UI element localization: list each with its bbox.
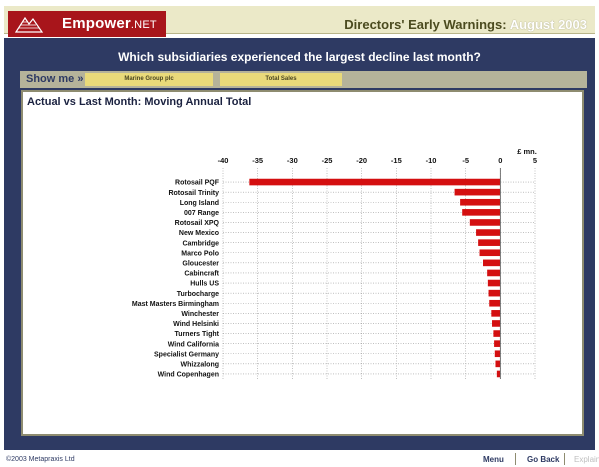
category-label: 007 Range [184,210,219,217]
data-bar [488,289,501,297]
category-label: Gloucester [182,260,219,267]
category-label: Rotosail Trinity [168,190,219,197]
category-label: Wind California [168,341,219,348]
footer-divider [564,453,565,465]
x-tick-label: -25 [322,156,333,165]
x-tick-label: -5 [462,156,469,165]
header-bar: Empower.NET Directors' Early Warnings: A… [4,6,595,37]
category-label: Cambridge [182,240,219,247]
explain-button[interactable]: Explain [574,455,599,464]
measure-selector[interactable]: Total Sales [220,73,342,86]
unit-label: £ mn. [517,147,537,156]
data-bar [494,350,501,358]
question-heading: Which subsidiaries experienced the large… [118,50,481,64]
x-tick-label: 5 [533,156,537,165]
data-bar [454,188,501,196]
category-label: Rotosail PQF [175,180,220,187]
brand-name: Empower.NET [62,15,157,32]
x-tick-label: -20 [356,156,367,165]
app-window: Empower.NET Directors' Early Warnings: A… [0,0,599,467]
menu-button[interactable]: Menu [483,455,504,464]
show-me-label: Show me » [26,73,84,85]
data-bar [249,178,501,186]
data-bar [494,340,501,347]
category-label: Turbocharge [177,291,219,298]
category-label: Turners Tight [175,331,220,338]
category-label: Mast Masters Birmingham [132,301,219,308]
data-bar [493,330,501,337]
category-label: Hulls US [190,281,219,288]
x-tick-label: 0 [498,156,502,165]
category-label: Rotosail XPQ [175,220,220,227]
category-label: Marco Polo [181,250,219,257]
data-bar [491,310,501,317]
report-period: August 2003 [509,17,587,32]
data-bar [492,320,501,327]
x-tick-label: -35 [252,156,263,165]
data-bar [479,249,501,257]
category-label: Long Island [180,200,219,207]
x-tick-label: -15 [391,156,402,165]
group-selector[interactable]: Marine Group plc [85,73,213,86]
category-label: Whizzalong [181,361,220,368]
data-bar [487,279,501,287]
data-bar [487,269,501,277]
x-tick-label: -30 [287,156,298,165]
brand-suffix: .NET [130,19,157,31]
show-me-bar: Show me » Marine Group plc Total Sales [20,71,587,88]
data-bar [483,259,501,267]
category-label: Wind Copenhagen [158,372,219,379]
category-label: Wind Helsinki [173,321,219,328]
copyright-text: ©2003 Metapraxis Ltd [6,456,75,463]
data-bar [478,239,501,246]
main-frame: Which subsidiaries experienced the large… [4,38,595,450]
data-bar [462,209,501,216]
page-title: Directors' Early Warnings: August 2003 [344,17,587,32]
bar-chart: -40 -35 -30 -25 -20 -15 -10 -5 0 5£ mn. Rotosail P… [132,147,537,379]
data-bar [496,370,501,378]
x-tick-label: -40 [218,156,229,165]
brand-label: Empower [62,15,131,32]
footer-bar: ©2003 Metapraxis Ltd Menu Go Back Explai… [0,450,599,467]
category-label: New Mexico [179,230,219,237]
data-bar [469,219,501,226]
category-label: Specialist Germany [154,351,219,358]
category-label: Winchester [181,311,219,318]
metapraxis-mountain-icon [14,16,44,33]
brand-logo[interactable]: Empower.NET [8,11,166,37]
footer-divider [515,453,516,465]
data-bar [476,229,501,236]
data-bar [489,299,501,307]
go-back-button[interactable]: Go Back [527,455,559,464]
category-label: Cabincraft [184,271,219,278]
chart-panel: Actual vs Last Month: Moving Annual Tota… [21,90,584,436]
data-bar [460,198,501,206]
page-title-text: Directors' Early Warnings: [344,17,507,32]
data-bar [495,360,501,368]
x-tick-label: -10 [426,156,437,165]
